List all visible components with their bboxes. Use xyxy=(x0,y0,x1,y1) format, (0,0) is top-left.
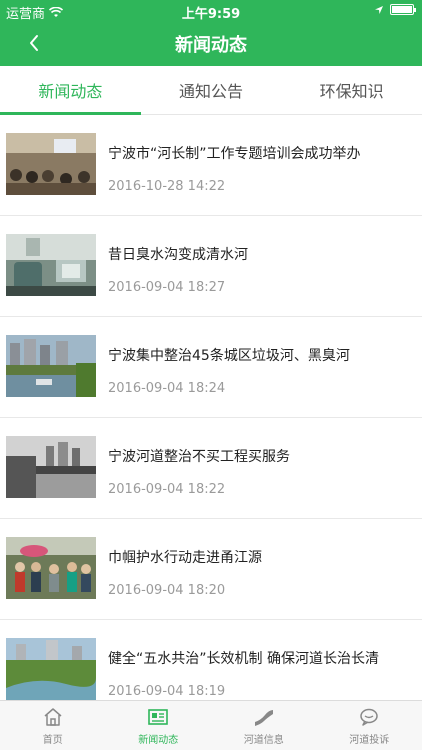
chat-icon xyxy=(360,708,378,726)
news-thumbnail xyxy=(6,133,96,195)
news-date: 2016-09-04 18:19 xyxy=(108,684,226,699)
status-time: 上午9:59 xyxy=(181,7,241,22)
tabbar-news-label: 新闻动态 xyxy=(138,734,179,746)
home-icon xyxy=(44,707,62,726)
news-item[interactable]: 宁波市“河长制”工作专题培训会成功举办 2016-10-28 14:22 xyxy=(0,115,422,216)
news-title: 巾帼护水行动走进甬江源 xyxy=(108,550,262,566)
location-icon xyxy=(375,5,383,14)
news-title: 宁波市“河长制”工作专题培训会成功举办 xyxy=(108,146,361,162)
news-date: 2016-09-04 18:22 xyxy=(108,482,226,497)
category-tabs: 新闻动态 通知公告 环保知识 xyxy=(0,66,422,115)
news-title: 健全“五水共治”长效机制 确保河道长治长清 xyxy=(108,651,379,667)
news-date: 2016-09-04 18:20 xyxy=(108,583,226,598)
top-bar: 运营商 上午9:59 新闻动态 xyxy=(0,0,422,66)
news-thumbnail xyxy=(6,537,96,599)
tab-eco-knowledge[interactable]: 环保知识 xyxy=(281,66,422,114)
news-thumbnail xyxy=(6,234,96,296)
tabbar-home[interactable]: 首页 xyxy=(0,701,106,750)
news-item[interactable]: 宁波河道整治不买工程买服务 2016-09-04 18:22 xyxy=(0,418,422,519)
tabbar-river-info-label: 河道信息 xyxy=(243,734,284,746)
tabbar-river-complaint[interactable]: 河道投诉 xyxy=(317,701,422,750)
news-item[interactable]: 巾帼护水行动走进甬江源 2016-09-04 18:20 xyxy=(0,519,422,620)
news-item[interactable]: 宁波集中整治45条城区垃圾河、黑臭河 2016-09-04 18:24 xyxy=(0,317,422,418)
news-list: 宁波市“河长制”工作专题培训会成功举办 2016-10-28 14:22 昔日臭… xyxy=(0,115,422,700)
tabbar-river-complaint-label: 河道投诉 xyxy=(349,734,390,746)
bottom-tab-bar: 首页 新闻动态 河道信息 河道投诉 xyxy=(0,700,422,750)
tabbar-news[interactable]: 新闻动态 xyxy=(106,701,212,750)
news-title: 宁波集中整治45条城区垃圾河、黑臭河 xyxy=(108,348,350,364)
tab-news[interactable]: 新闻动态 xyxy=(0,66,141,115)
news-item[interactable]: 健全“五水共治”长效机制 确保河道长治长清 2016-09-04 18:19 xyxy=(0,620,422,700)
news-date: 2016-09-04 18:24 xyxy=(108,381,226,396)
news-title: 昔日臭水沟变成清水河 xyxy=(108,247,248,263)
news-thumbnail xyxy=(6,638,96,700)
tabbar-river-info[interactable]: 河道信息 xyxy=(211,701,317,750)
news-date: 2016-10-28 14:22 xyxy=(108,179,226,194)
tab-notices[interactable]: 通知公告 xyxy=(141,66,282,114)
status-right xyxy=(374,4,416,15)
news-thumbnail xyxy=(6,335,96,397)
news-thumbnail xyxy=(6,436,96,498)
news-icon xyxy=(148,708,169,725)
battery-icon xyxy=(390,4,416,15)
news-title: 宁波河道整治不买工程买服务 xyxy=(108,449,290,465)
news-date: 2016-09-04 18:27 xyxy=(108,280,226,295)
status-bar: 运营商 上午9:59 xyxy=(0,0,422,22)
tabbar-home-label: 首页 xyxy=(42,734,63,746)
page-title: 新闻动态 xyxy=(175,35,247,56)
news-item[interactable]: 昔日臭水沟变成清水河 2016-09-04 18:27 xyxy=(0,216,422,317)
river-icon xyxy=(254,709,273,726)
